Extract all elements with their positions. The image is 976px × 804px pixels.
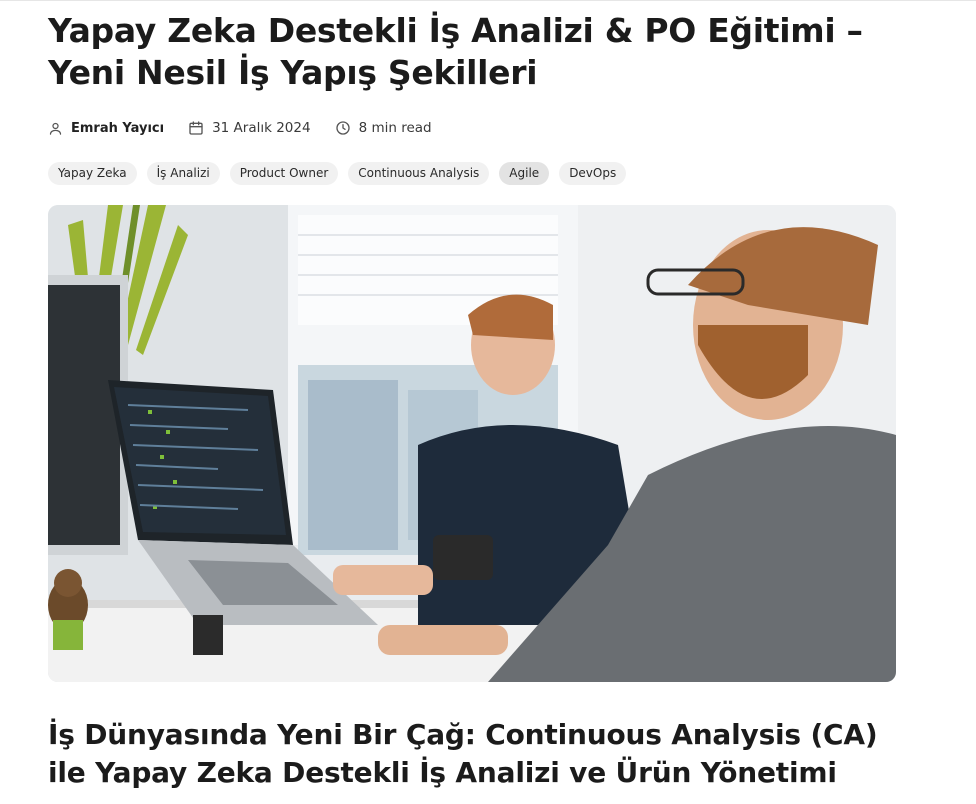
calendar-icon [189, 121, 203, 135]
hero-image [48, 205, 896, 682]
article-title: Yapay Zeka Destekli İş Analizi & PO Eğit… [48, 11, 863, 92]
publish-date: 31 Aralık 2024 [212, 120, 311, 136]
top-divider [0, 0, 976, 1]
tag-list: Yapay Zeka İş Analizi Product Owner Cont… [48, 162, 896, 185]
tag-continuous-analysis[interactable]: Continuous Analysis [348, 162, 490, 185]
read-time: 8 min read [358, 120, 432, 136]
tag-agile[interactable]: Agile [499, 162, 550, 185]
tag-yapay-zeka[interactable]: Yapay Zeka [48, 162, 137, 185]
section-heading: İş Dünyasında Yeni Bir Çağ: Continuous A… [48, 718, 878, 789]
author-meta[interactable]: Emrah Yayıcı [48, 121, 164, 136]
user-icon [49, 122, 62, 135]
article: Yapay Zeka Destekli İş Analizi & PO Eğit… [48, 10, 896, 792]
read-time-meta: 8 min read [335, 120, 432, 136]
hero-illustration [48, 205, 896, 682]
article-meta: Emrah Yayıcı 31 Aralık 2024 8 min read [48, 117, 896, 139]
tag-devops[interactable]: DevOps [559, 162, 627, 185]
date-meta: 31 Aralık 2024 [188, 120, 311, 136]
clock-icon [335, 121, 350, 135]
author-name[interactable]: Emrah Yayıcı [71, 121, 164, 136]
tag-product-owner[interactable]: Product Owner [229, 162, 339, 185]
tag-is-analizi[interactable]: İş Analizi [146, 162, 220, 185]
